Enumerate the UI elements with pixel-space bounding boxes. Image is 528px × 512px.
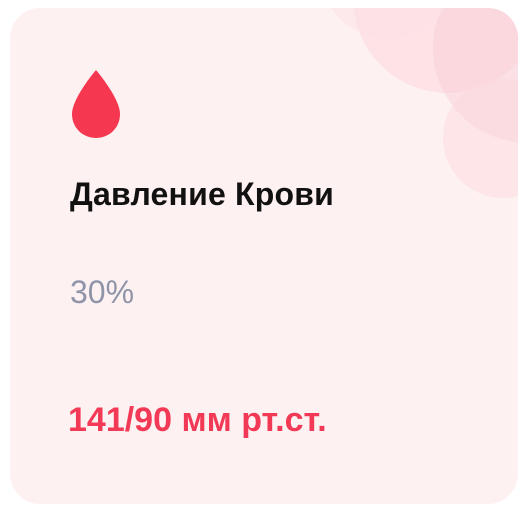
blood-pressure-card[interactable]: Давление Крови 30% 141/90 мм рт.ст. [10,8,518,504]
percent-value: 30% [70,274,135,310]
blood-drop-icon [72,70,120,138]
card-title: Давление Крови [70,176,335,212]
pressure-value: 141/90 мм рт.ст. [68,401,327,439]
petal-decoration [330,8,518,198]
